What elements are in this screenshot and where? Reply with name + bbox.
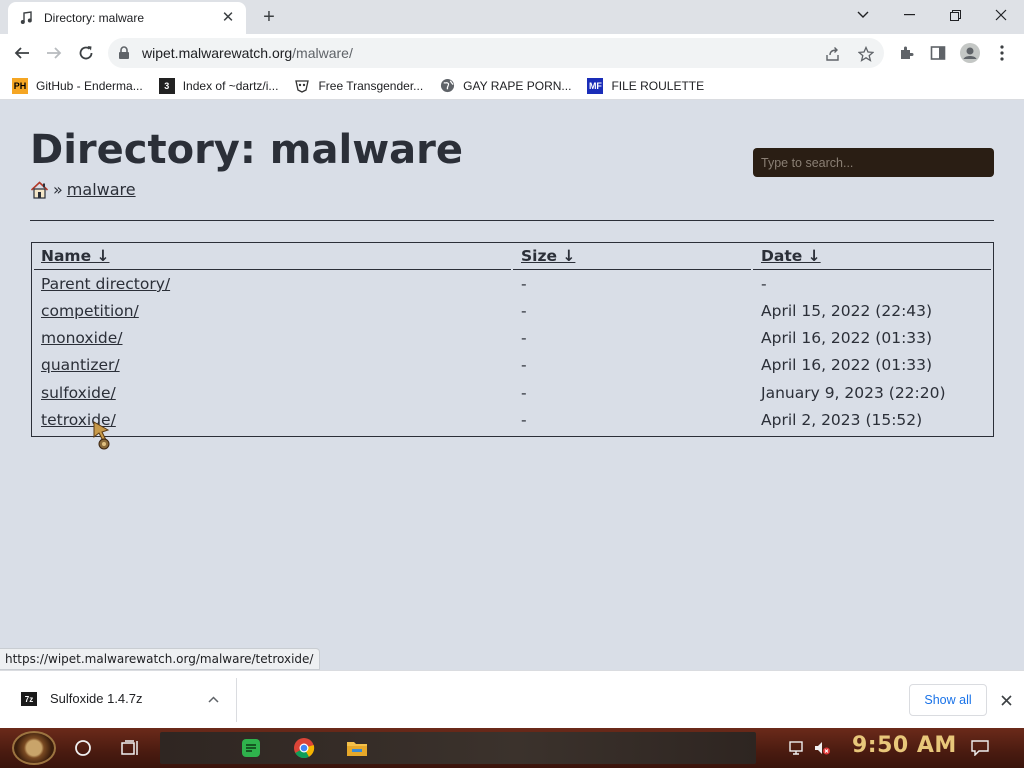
entry-link[interactable]: sulfoxide/	[41, 384, 116, 402]
back-button[interactable]	[8, 39, 36, 67]
close-shelf-icon[interactable]	[996, 690, 1016, 710]
lock-icon[interactable]	[118, 46, 130, 65]
forward-button[interactable]	[40, 39, 68, 67]
entry-date: April 2, 2023 (15:52)	[761, 411, 923, 429]
music-note-icon	[18, 10, 34, 26]
entry-link[interactable]: competition/	[41, 302, 139, 320]
entry-size: -	[521, 329, 527, 347]
restore-button[interactable]	[932, 0, 978, 30]
entry-link[interactable]: monoxide/	[41, 329, 123, 347]
url-text[interactable]: wipet.malwarewatch.org/malware/	[142, 45, 353, 61]
notifications-icon[interactable]	[968, 736, 992, 760]
table-row: monoxide/ - April 16, 2022 (01:33)	[32, 325, 993, 352]
search-input[interactable]	[753, 148, 994, 177]
chevron-up-icon[interactable]	[205, 691, 221, 707]
table-row: Parent directory/ - -	[32, 271, 993, 298]
column-header-size[interactable]: Size ↓	[521, 247, 575, 265]
profile-avatar-icon[interactable]	[960, 43, 980, 63]
mf-icon: MF	[587, 77, 604, 94]
table-row: tetroxide/ - April 2, 2023 (15:52)	[32, 407, 993, 434]
taskbar-clock[interactable]: 9:50 AM	[852, 733, 957, 758]
table-row: competition/ - April 15, 2022 (22:43)	[32, 298, 993, 325]
task-view-icon[interactable]	[118, 736, 142, 760]
status-url-bubble: https://wipet.malwarewatch.org/malware/t…	[0, 648, 321, 670]
volume-muted-icon[interactable]	[810, 736, 834, 760]
mask-icon	[294, 78, 310, 94]
entry-date: April 16, 2022 (01:33)	[761, 329, 933, 347]
file-explorer-icon[interactable]	[345, 736, 369, 760]
menu-kebab-icon[interactable]	[992, 43, 1012, 63]
bookmark-star-icon[interactable]	[857, 45, 875, 63]
bookmark-github-enderman[interactable]: PH GitHub - Enderma...	[12, 77, 143, 94]
tab-title: Directory: malware	[44, 11, 145, 25]
dartz-icon: 3	[158, 77, 175, 94]
network-icon[interactable]	[786, 736, 810, 760]
share-icon[interactable]	[824, 45, 842, 63]
bookmarks-bar: PH GitHub - Enderma... 3 Index of ~dartz…	[0, 72, 1024, 100]
bookmark-free-transgender[interactable]: Free Transgender...	[294, 78, 423, 94]
side-panel-icon[interactable]	[928, 43, 948, 63]
chrome-icon[interactable]	[292, 736, 316, 760]
entry-size: -	[521, 411, 527, 429]
breadcrumb-separator: »	[53, 180, 63, 199]
entry-size: -	[521, 275, 527, 293]
7z-file-icon: 7z	[21, 692, 37, 706]
entry-size: -	[521, 356, 527, 374]
taskbar: 9:50 AM	[0, 728, 1024, 768]
minimize-button[interactable]	[886, 0, 932, 30]
download-shelf: 7z Sulfoxide 1.4.7z Show all	[0, 670, 1024, 728]
start-button[interactable]	[12, 731, 56, 765]
entry-link[interactable]: Parent directory/	[41, 275, 170, 293]
page-title: Directory: malware	[30, 127, 463, 173]
mouse-cursor-icon	[92, 420, 120, 452]
entry-date: -	[761, 275, 767, 293]
entry-date: April 16, 2022 (01:33)	[761, 356, 933, 374]
extensions-icon[interactable]	[896, 43, 916, 63]
table-header-row: Name ↓ Size ↓ Date ↓	[32, 243, 993, 270]
tab-strip: Directory: malware ✕ +	[0, 0, 1024, 34]
header-underline-name	[34, 269, 511, 270]
download-item-name[interactable]: Sulfoxide 1.4.7z	[50, 691, 143, 706]
entry-date: January 9, 2023 (22:20)	[761, 384, 946, 402]
header-underline-date	[753, 269, 991, 270]
header-underline-size	[513, 269, 751, 270]
file-listing-table: Name ↓ Size ↓ Date ↓ Parent directory/ -…	[31, 242, 994, 437]
browser-toolbar: wipet.malwarewatch.org/malware/	[0, 34, 1024, 72]
table-row: sulfoxide/ - January 9, 2023 (22:20)	[32, 380, 993, 407]
shelf-divider	[236, 678, 237, 722]
home-icon[interactable]	[30, 180, 49, 199]
tab-directory-malware[interactable]: Directory: malware ✕	[8, 2, 246, 34]
close-tab-icon[interactable]: ✕	[220, 10, 236, 26]
breadcrumb: » malware	[30, 180, 136, 199]
breadcrumb-link-malware[interactable]: malware	[67, 180, 136, 199]
new-tab-button[interactable]: +	[257, 5, 281, 29]
close-window-button[interactable]	[978, 0, 1024, 30]
bookmark-file-roulette[interactable]: MF FILE ROULETTE	[587, 77, 704, 94]
entry-date: April 15, 2022 (22:43)	[761, 302, 933, 320]
bookmark-index-dartz[interactable]: 3 Index of ~dartz/i...	[158, 77, 278, 94]
bookmark-gay-rape-porn[interactable]: GAY RAPE PORN...	[439, 78, 571, 94]
column-header-name[interactable]: Name ↓	[41, 247, 109, 265]
divider	[30, 220, 994, 221]
reload-button[interactable]	[72, 39, 100, 67]
search-circle-icon[interactable]	[71, 736, 95, 760]
show-all-button[interactable]: Show all	[909, 684, 987, 716]
address-bar[interactable]: wipet.malwarewatch.org/malware/	[108, 38, 884, 68]
column-header-date[interactable]: Date ↓	[761, 247, 821, 265]
notes-app-icon[interactable]	[239, 736, 263, 760]
entry-link[interactable]: quantizer/	[41, 356, 120, 374]
page-content: Directory: malware » malware Name ↓ Size…	[0, 101, 1024, 670]
entry-size: -	[521, 302, 527, 320]
table-row: quantizer/ - April 16, 2022 (01:33)	[32, 352, 993, 379]
globe-icon	[439, 78, 455, 94]
ph-icon: PH	[12, 77, 28, 94]
tab-search-icon[interactable]	[840, 0, 886, 30]
entry-size: -	[521, 384, 527, 402]
